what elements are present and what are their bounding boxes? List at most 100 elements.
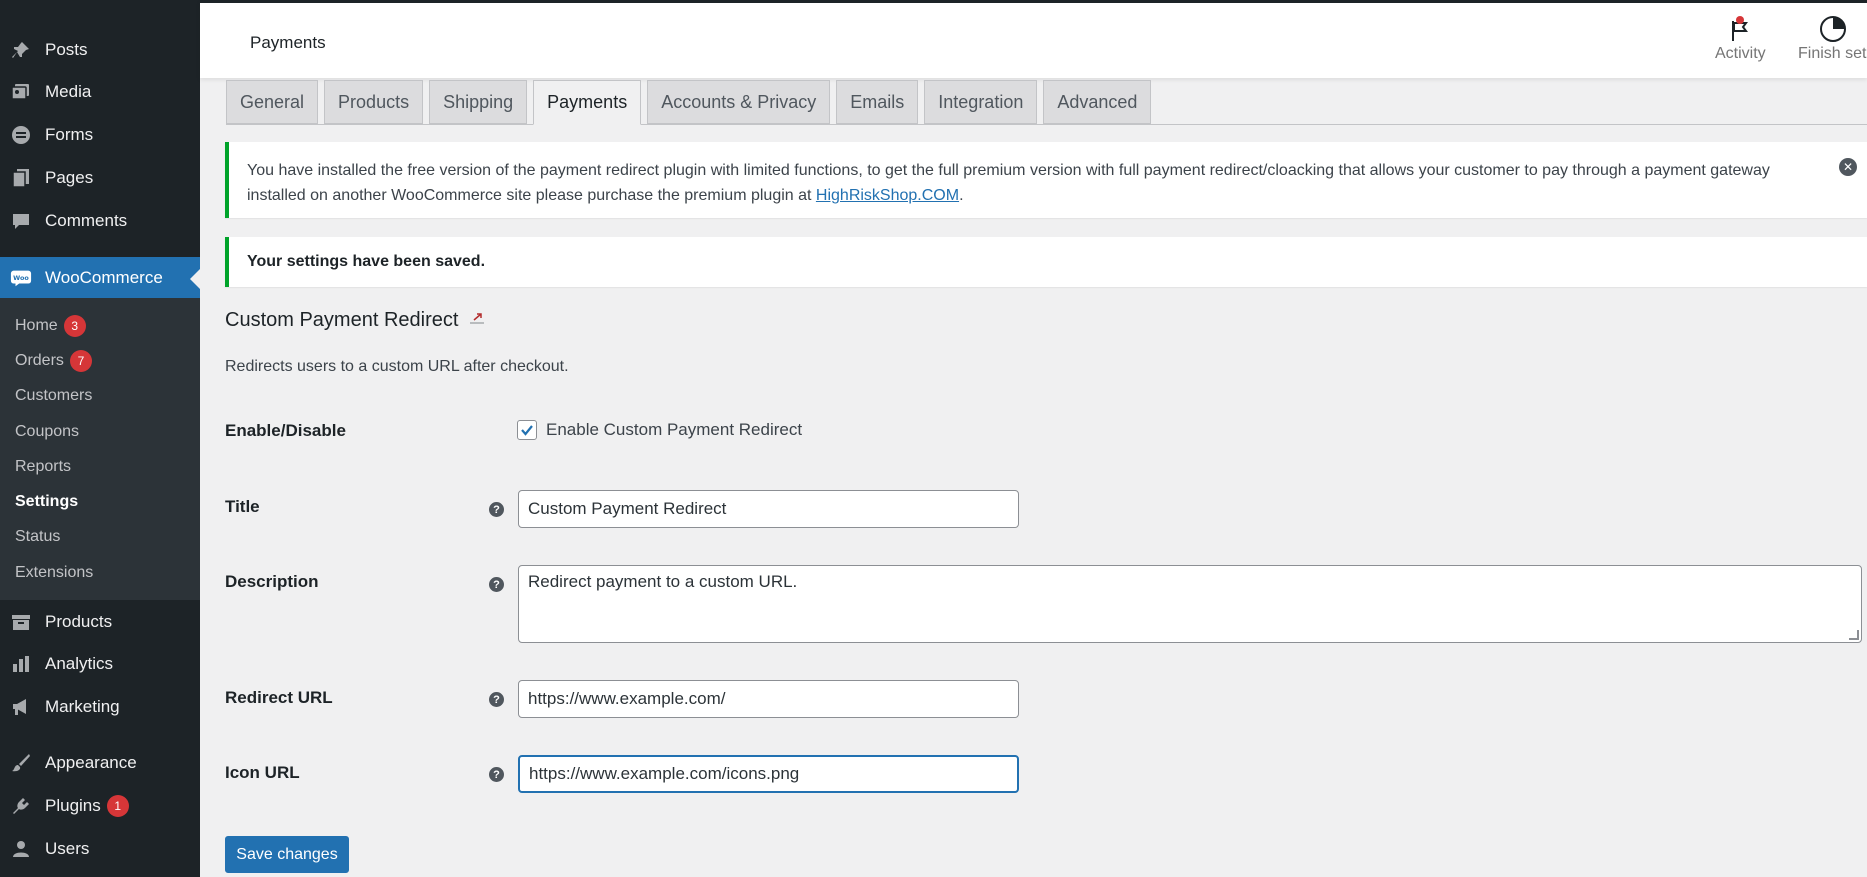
progress-icon <box>1798 13 1867 45</box>
sidebar-item-analytics[interactable]: Analytics <box>0 644 200 684</box>
home-count-badge: 3 <box>63 315 86 337</box>
icon-url-label: Icon URL <box>225 763 300 782</box>
submenu-item-coupons[interactable]: Coupons <box>15 420 79 444</box>
saved-text: Your settings have been saved. <box>247 253 486 270</box>
icon-url-input[interactable]: https://www.example.com/icons.png <box>518 755 1019 793</box>
help-icon[interactable]: ? <box>489 692 504 707</box>
help-icon[interactable]: ? <box>489 577 504 592</box>
submenu-item-settings[interactable]: Settings <box>15 490 78 514</box>
tab-emails[interactable]: Emails <box>836 80 919 124</box>
orders-count-badge: 7 <box>69 350 92 372</box>
dismiss-notice-icon[interactable]: ✕ <box>1839 158 1857 176</box>
woocommerce-submenu: Home 3 Orders 7 Customers Coupons Report… <box>0 298 200 600</box>
sidebar-item-pages[interactable]: Pages <box>0 158 200 198</box>
sidebar-item-media[interactable]: Media <box>0 72 200 112</box>
section-description: Redirects users to a custom URL after ch… <box>225 358 569 375</box>
enable-disable-label: Enable/Disable <box>225 421 346 440</box>
submenu-label: Extensions <box>15 564 94 581</box>
archive-icon <box>10 611 32 633</box>
sidebar-item-label: Appearance <box>45 753 137 772</box>
help-icon[interactable]: ? <box>489 767 504 782</box>
chart-icon <box>10 653 32 675</box>
plugin-icon <box>10 795 32 817</box>
submenu-item-customers[interactable]: Customers <box>15 384 92 408</box>
submenu-label: Status <box>15 528 61 545</box>
sidebar-item-plugins[interactable]: Plugins 1 <box>0 786 200 826</box>
tab-advanced[interactable]: Advanced <box>1043 80 1152 124</box>
tab-accounts-privacy[interactable]: Accounts & Privacy <box>647 80 831 124</box>
description-label: Description <box>225 572 319 591</box>
comment-icon <box>10 210 32 232</box>
description-textarea[interactable]: Redirect payment to a custom URL. <box>518 565 1862 643</box>
woo-icon: Woo <box>10 267 32 289</box>
submenu-item-extensions[interactable]: Extensions <box>15 561 93 585</box>
activity-button[interactable]: Activity <box>1715 13 1766 63</box>
sidebar-item-label: Posts <box>45 40 88 59</box>
notice-text-end: . <box>959 187 964 204</box>
settings-saved-notice: Your settings have been saved. <box>225 237 1867 287</box>
redirect-url-input[interactable]: https://www.example.com/ <box>518 680 1019 718</box>
sidebar-item-label: WooCommerce <box>45 268 163 287</box>
help-icon[interactable]: ? <box>489 502 504 517</box>
enable-checkbox-label: Enable Custom Payment Redirect <box>546 420 803 439</box>
tab-general[interactable]: General <box>226 80 319 124</box>
external-link-icon[interactable] <box>468 311 486 330</box>
brush-icon <box>10 752 32 774</box>
description-value: Redirect payment to a custom URL. <box>528 572 798 591</box>
sidebar-item-forms[interactable]: Forms <box>0 115 200 155</box>
tab-integration[interactable]: Integration <box>924 80 1038 124</box>
activity-label: Activity <box>1715 45 1766 62</box>
submenu-label: Customers <box>15 387 93 404</box>
sidebar-item-label: Media <box>45 82 92 101</box>
finish-setup-label: Finish setup <box>1798 45 1867 62</box>
submenu-item-status[interactable]: Status <box>15 525 60 549</box>
sidebar-item-label: Products <box>45 612 113 631</box>
user-icon <box>10 838 32 860</box>
title-input[interactable]: Custom Payment Redirect <box>518 490 1019 528</box>
notice-text: You have installed the free version of t… <box>247 162 1770 204</box>
sidebar-item-label: Comments <box>45 211 128 230</box>
enable-checkbox-row[interactable]: Enable Custom Payment Redirect <box>517 420 802 440</box>
finish-setup-button[interactable]: Finish setup <box>1798 13 1867 63</box>
premium-plugin-notice: You have installed the free version of t… <box>225 142 1867 218</box>
tab-products[interactable]: Products <box>324 80 424 124</box>
submenu-label: Settings <box>15 493 79 510</box>
submenu-item-reports[interactable]: Reports <box>15 455 71 479</box>
sidebar-item-label: Marketing <box>45 697 120 716</box>
sidebar-item-label: Analytics <box>45 654 114 673</box>
sidebar-item-posts[interactable]: Posts <box>0 30 200 70</box>
sidebar-item-products[interactable]: Products <box>0 602 200 642</box>
sidebar-item-comments[interactable]: Comments <box>0 201 200 241</box>
title-label: Title <box>225 497 260 516</box>
submenu-label: Reports <box>15 458 72 475</box>
sidebar-item-label: Users <box>45 839 90 858</box>
submenu-label: Coupons <box>15 423 80 440</box>
sidebar-item-woocommerce[interactable]: Woo WooCommerce <box>0 257 200 299</box>
highriskshop-link[interactable]: HighRiskShop.COM <box>816 187 959 204</box>
save-changes-button[interactable]: Save changes <box>225 836 349 873</box>
sidebar-item-label: Plugins <box>45 796 101 815</box>
sidebar-item-appearance[interactable]: Appearance <box>0 743 200 783</box>
pin-icon <box>10 39 32 61</box>
sidebar-item-label: Pages <box>45 168 94 187</box>
tab-payments[interactable]: Payments <box>533 80 642 125</box>
flag-icon <box>1728 13 1752 45</box>
media-icon <box>10 81 32 103</box>
plugins-update-badge: 1 <box>106 795 129 817</box>
sidebar-item-users[interactable]: Users <box>0 829 200 869</box>
admin-sidebar: Posts Media Forms Pages Comments Woo Woo… <box>0 0 200 877</box>
section-title-text: Custom Payment Redirect <box>225 309 459 331</box>
enable-checkbox[interactable] <box>517 420 537 440</box>
sidebar-item-marketing[interactable]: Marketing <box>0 687 200 727</box>
submenu-label: Orders <box>15 352 64 369</box>
settings-tabs: General Products Shipping Payments Accou… <box>226 80 1157 125</box>
forms-icon <box>10 124 32 146</box>
redirect-url-label: Redirect URL <box>225 688 333 707</box>
tab-shipping[interactable]: Shipping <box>429 80 528 124</box>
submenu-item-home[interactable]: Home 3 <box>15 314 86 338</box>
resize-grip-icon[interactable] <box>1849 630 1859 640</box>
submenu-label: Home <box>15 317 58 334</box>
svg-text:Woo: Woo <box>13 274 29 282</box>
pages-icon <box>10 167 32 189</box>
submenu-item-orders[interactable]: Orders 7 <box>15 349 92 373</box>
